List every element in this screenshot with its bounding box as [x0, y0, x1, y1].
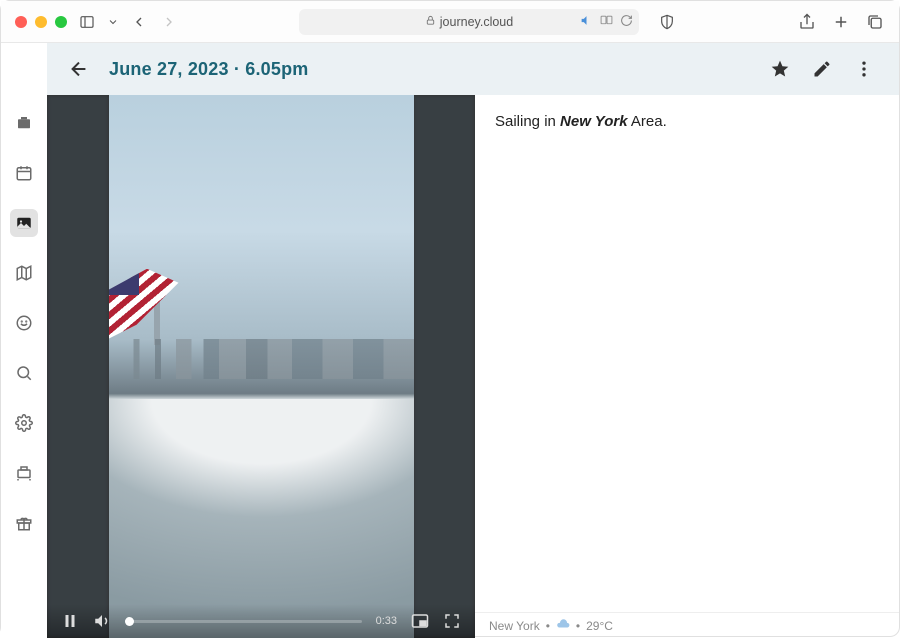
reload-icon[interactable]	[620, 14, 633, 30]
entry-content: Sailing in New York Area. New York • • 2…	[475, 95, 899, 638]
fullscreen-button[interactable]	[443, 612, 461, 630]
pause-button[interactable]	[61, 612, 79, 630]
status-bar: New York • • 29°C	[475, 612, 899, 638]
video-time: 0:33	[376, 615, 397, 627]
nav-back-button[interactable]	[129, 12, 149, 32]
media-backdrop-right	[413, 95, 475, 638]
sidebar-toggle-button[interactable]	[77, 12, 97, 32]
media-viewer: 0:33	[47, 95, 475, 638]
chevron-down-icon[interactable]	[107, 12, 119, 32]
entry-body: Sailing in New York Area.	[475, 95, 899, 148]
rail-journal-icon[interactable]	[10, 109, 38, 137]
progress-bar[interactable]	[125, 620, 362, 623]
weather-icon	[556, 617, 570, 634]
window-traffic-lights	[15, 16, 67, 28]
shield-icon[interactable]	[657, 12, 677, 32]
entry-header: June 27, 2023 · 6.05pm	[47, 43, 899, 95]
audio-icon[interactable]	[580, 14, 593, 30]
pip-button[interactable]	[411, 612, 429, 630]
url-host: journey.cloud	[440, 15, 513, 29]
reader-icon[interactable]	[599, 14, 614, 30]
status-location: New York	[489, 619, 540, 633]
rail-settings-icon[interactable]	[10, 409, 38, 437]
rail-search-icon[interactable]	[10, 359, 38, 387]
more-menu-button[interactable]	[853, 58, 875, 80]
status-temp: 29°C	[586, 619, 613, 633]
entry-text-prefix: Sailing in	[495, 113, 560, 130]
rail-plugins-icon[interactable]	[10, 459, 38, 487]
tabs-icon[interactable]	[865, 12, 885, 32]
minimize-window-button[interactable]	[35, 16, 47, 28]
status-sep2: •	[576, 619, 580, 633]
favorite-button[interactable]	[769, 58, 791, 80]
edit-button[interactable]	[811, 58, 833, 80]
close-window-button[interactable]	[15, 16, 27, 28]
video-controls: 0:33	[47, 604, 475, 638]
browser-chrome: journey.cloud	[1, 1, 899, 43]
status-sep: •	[546, 619, 550, 633]
share-icon[interactable]	[797, 12, 817, 32]
rail-atlas-icon[interactable]	[10, 259, 38, 287]
back-button[interactable]	[67, 57, 91, 81]
new-tab-icon[interactable]	[831, 12, 851, 32]
maximize-window-button[interactable]	[55, 16, 67, 28]
rail-gift-icon[interactable]	[10, 509, 38, 537]
media-backdrop-left	[47, 95, 109, 638]
entry-date-title: June 27, 2023 · 6.05pm	[109, 59, 309, 80]
lock-icon	[425, 15, 436, 29]
entry-text-suffix: Area.	[628, 113, 667, 130]
left-rail	[1, 95, 47, 638]
video-frame[interactable]	[109, 95, 414, 638]
address-bar[interactable]: journey.cloud	[299, 9, 639, 35]
nav-forward-button[interactable]	[159, 12, 179, 32]
rail-calendar-icon[interactable]	[10, 159, 38, 187]
rail-wellness-icon[interactable]	[10, 309, 38, 337]
rail-media-icon[interactable]	[10, 209, 38, 237]
volume-button[interactable]	[93, 612, 111, 630]
entry-text-bold: New York	[560, 113, 628, 130]
